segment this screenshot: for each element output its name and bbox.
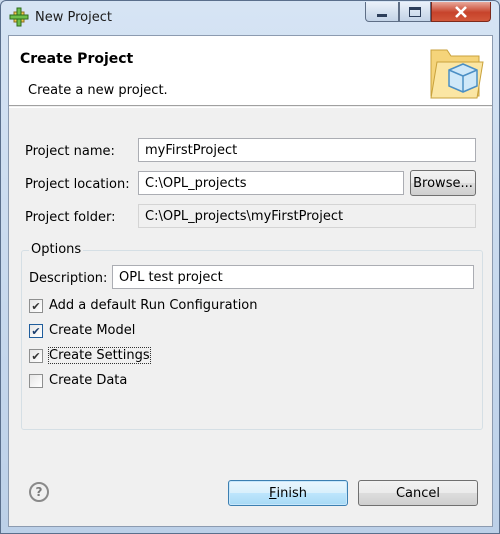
maximize-button[interactable] (399, 2, 431, 22)
create-model-label[interactable]: Create Model (49, 323, 135, 338)
checkmark-icon: ✔ (31, 299, 41, 313)
browse-button[interactable]: Browse... (410, 170, 476, 196)
maximize-icon (409, 6, 421, 17)
create-settings-label[interactable]: Create Settings (48, 347, 151, 364)
banner-title: Create Project (20, 51, 134, 67)
finish-button[interactable]: Finish (228, 480, 348, 506)
create-data-checkbox[interactable] (29, 374, 43, 388)
run-config-label[interactable]: Add a default Run Configuration (49, 298, 258, 313)
close-button[interactable] (431, 2, 491, 22)
project-location-label: Project location: (25, 177, 130, 192)
create-model-checkbox[interactable]: ✔ (29, 324, 43, 338)
project-name-label: Project name: (25, 144, 115, 159)
project-name-input[interactable]: myFirstProject (138, 138, 476, 162)
description-label: Description: (29, 271, 108, 286)
window-title: New Project (35, 10, 112, 25)
minimize-button[interactable] (365, 2, 399, 22)
finish-label: inish (276, 485, 307, 501)
project-location-input[interactable]: C:\OPL_projects (138, 171, 404, 195)
create-settings-checkbox[interactable]: ✔ (29, 349, 43, 363)
create-data-label[interactable]: Create Data (49, 373, 127, 388)
project-folder-icon (430, 49, 484, 99)
project-folder-field: C:\OPL_projects\myFirstProject (138, 204, 476, 228)
options-group-label: Options (29, 242, 84, 257)
checkmark-icon: ✔ (31, 324, 41, 338)
run-config-checkbox[interactable]: ✔ (29, 299, 43, 313)
description-input[interactable]: OPL test project (112, 265, 474, 289)
close-icon (455, 5, 467, 18)
help-icon[interactable]: ? (29, 482, 49, 502)
finish-mnemonic: F (269, 485, 277, 501)
minimize-icon (377, 13, 387, 17)
banner-subtitle: Create a new project. (28, 83, 168, 98)
new-project-dialog: New Project Create Project Create a new … (0, 0, 500, 534)
title-bar[interactable]: New Project (1, 1, 499, 35)
title-banner: Create Project Create a new project. (9, 36, 492, 106)
project-folder-label: Project folder: (25, 210, 116, 225)
checkmark-icon: ✔ (31, 349, 41, 363)
eclipse-wizard-icon (9, 7, 29, 27)
dialog-body: Create Project Create a new project. Pro… (8, 35, 493, 527)
cancel-button[interactable]: Cancel (358, 480, 478, 506)
banner-separator (9, 107, 492, 108)
